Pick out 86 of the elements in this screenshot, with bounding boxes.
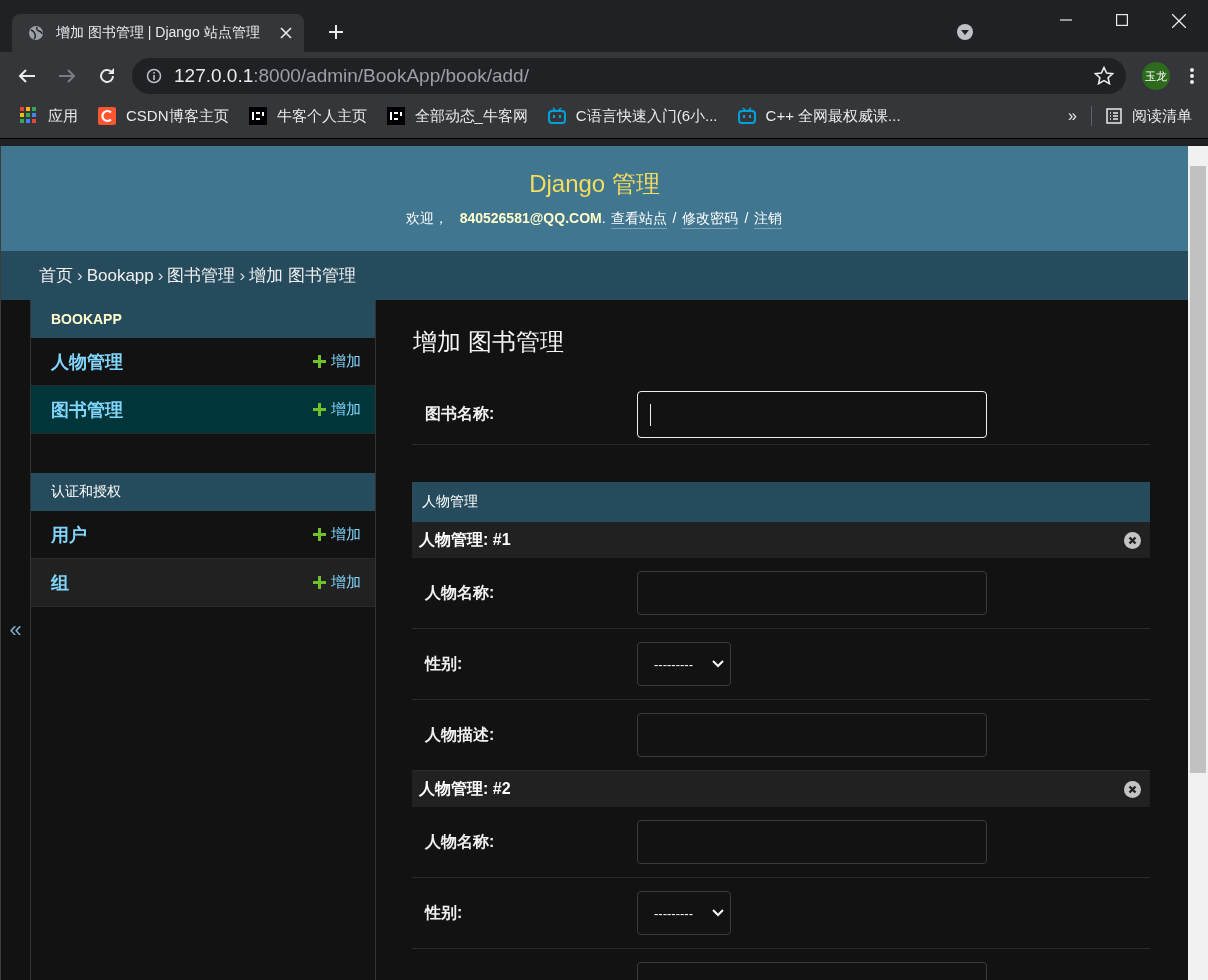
bookmark[interactable]: 牛客个人主页	[248, 106, 367, 126]
field-label: 人物名称:	[425, 582, 496, 603]
close-icon[interactable]	[280, 27, 292, 39]
inline-item-title: 人物管理: #1	[419, 529, 511, 550]
breadcrumb-separator: ›	[239, 265, 246, 286]
delete-icon[interactable]	[1124, 531, 1141, 549]
separator: /	[744, 210, 749, 226]
gender-select[interactable]: ---------	[637, 891, 731, 935]
breadcrumb-link[interactable]: 图书管理	[167, 264, 236, 287]
text-input[interactable]	[637, 713, 987, 757]
app-caption[interactable]: BOOKAPP	[31, 300, 375, 338]
delete-icon[interactable]	[1124, 780, 1141, 798]
model-link[interactable]: 组	[51, 570, 69, 595]
punctuation: .	[601, 210, 606, 226]
add-link[interactable]: 增加	[313, 400, 361, 419]
info-icon	[146, 68, 162, 84]
model-link[interactable]: 图书管理	[51, 397, 123, 422]
tv-icon	[737, 107, 756, 125]
scrollbar-thumb[interactable]	[1190, 166, 1206, 773]
scrollbar[interactable]	[1188, 146, 1208, 980]
back-icon[interactable]	[18, 68, 36, 84]
menu-icon[interactable]	[1190, 68, 1194, 84]
breadcrumb-separator: ›	[77, 265, 83, 286]
tab-title: 增加 图书管理 | Django 站点管理	[56, 24, 261, 42]
reading-list-button[interactable]: 阅读清单	[1106, 106, 1192, 126]
url-text: 127.0.0.1:8000/admin/BookApp/book/add/	[174, 65, 529, 87]
globe-icon	[28, 25, 44, 41]
inline-group-header: 人物管理	[412, 482, 1150, 522]
add-link[interactable]: 增加	[313, 525, 361, 544]
tv-icon	[547, 107, 566, 125]
text-input[interactable]	[637, 820, 987, 864]
sidebar-item[interactable]: 图书管理 增加	[31, 386, 375, 434]
breadcrumb-link[interactable]: Bookapp	[86, 265, 154, 286]
address-bar[interactable]: 127.0.0.1:8000/admin/BookApp/book/add/	[132, 58, 1126, 94]
star-icon[interactable]	[1094, 66, 1114, 86]
page-title: 增加 图书管理	[413, 327, 565, 357]
add-link[interactable]: 增加	[313, 352, 361, 371]
profile-avatar[interactable]: 玉龙	[1142, 62, 1170, 90]
plus-icon	[313, 576, 326, 589]
bookmark[interactable]: C++ 全网最权威课...	[737, 106, 901, 126]
field-label: 性别:	[425, 902, 464, 923]
list-icon	[1106, 108, 1122, 124]
add-link[interactable]: 增加	[313, 573, 361, 592]
maximize-icon[interactable]	[1116, 14, 1128, 26]
bookmark[interactable]: CSDN博客主页	[98, 106, 229, 126]
inline-item-title: 人物管理: #2	[419, 778, 511, 799]
header-link[interactable]: 查看站点	[610, 210, 667, 229]
field-label: 图书名称:	[425, 404, 496, 424]
field-label: 人物名称:	[425, 831, 496, 852]
letter-c-icon	[98, 107, 116, 125]
site-title: Django 管理	[529, 169, 660, 199]
breadcrumb-current: 增加 图书管理	[249, 265, 356, 287]
bookmark[interactable]: C语言快速入门(6小...	[547, 106, 718, 126]
model-link[interactable]: 用户	[51, 522, 87, 547]
bookmark[interactable]: 应用	[20, 106, 78, 126]
chevron-down-icon	[712, 909, 724, 917]
field-label: 性别:	[425, 653, 464, 674]
breadcrumb-separator: ›	[157, 265, 164, 286]
plus-icon	[313, 528, 326, 541]
header-link[interactable]: 修改密码	[682, 210, 739, 229]
bookmark[interactable]: 全部动态_牛客网	[386, 106, 528, 126]
sidebar-item[interactable]: 组 增加	[31, 559, 375, 607]
sidebar-toggle[interactable]: «	[9, 617, 22, 643]
breadcrumb-link[interactable]: 首页	[39, 264, 73, 287]
separator: /	[672, 210, 677, 226]
new-tab-icon[interactable]	[328, 24, 344, 40]
apps-grid-icon	[20, 107, 38, 125]
header-link[interactable]: 注销	[754, 210, 783, 229]
dropdown-icon[interactable]	[956, 23, 974, 41]
browser-tab[interactable]: 增加 图书管理 | Django 站点管理	[12, 14, 304, 52]
plus-icon	[313, 355, 326, 368]
close-icon[interactable]	[1172, 14, 1186, 28]
reload-icon[interactable]	[98, 67, 116, 85]
app-caption[interactable]: 认证和授权	[31, 473, 375, 511]
welcome-text: 欢迎，	[405, 210, 448, 228]
forward-icon[interactable]	[58, 68, 76, 84]
pixel-logo-icon	[386, 107, 405, 125]
chevron-down-icon	[712, 660, 724, 668]
more-bookmarks-button[interactable]: »	[1068, 107, 1077, 125]
field-label: 人物描述:	[425, 724, 496, 745]
model-link[interactable]: 人物管理	[51, 349, 123, 374]
pixel-logo-icon	[248, 107, 267, 125]
gender-select[interactable]: ---------	[637, 642, 731, 686]
user-name: 840526581@QQ.COM	[459, 210, 602, 226]
plus-icon	[313, 403, 326, 416]
text-input[interactable]	[637, 571, 987, 615]
